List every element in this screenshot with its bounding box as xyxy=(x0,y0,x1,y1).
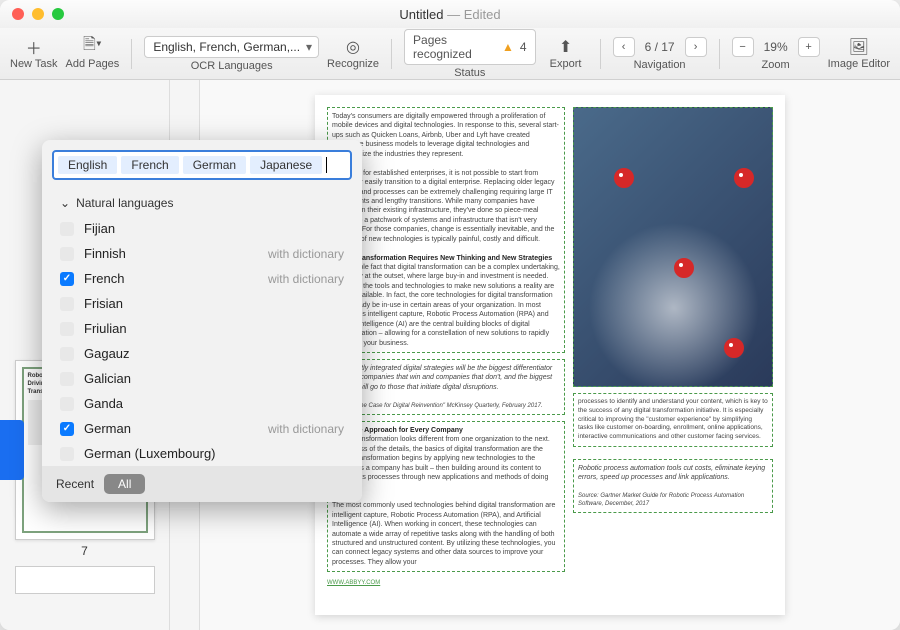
plus-icon: ＋ xyxy=(23,38,45,56)
zoom-out-button[interactable]: − xyxy=(732,37,754,57)
language-item[interactable]: Ganda xyxy=(42,391,362,416)
text-region[interactable]: Bold, tightly integrated digital strateg… xyxy=(327,359,565,415)
dictionary-label: with dictionary xyxy=(268,247,344,261)
language-name: Gagauz xyxy=(84,346,130,361)
app-window: Untitled — Edited ＋ New Task 🗎▾ Add Page… xyxy=(0,0,900,630)
footer-url[interactable]: WWW.ABBYY.COM xyxy=(327,580,380,586)
status-pill[interactable]: Pages recognized ▲ 4 xyxy=(404,29,536,65)
checkbox[interactable] xyxy=(60,247,74,261)
new-task-button[interactable]: ＋ New Task xyxy=(10,38,57,70)
document-page: Today's consumers are digitally empowere… xyxy=(315,95,785,615)
image-region[interactable] xyxy=(573,107,773,387)
add-pages-button[interactable]: 🗎▾ Add Pages xyxy=(65,38,119,70)
language-panel: English French German Japanese ⌄ Natural… xyxy=(42,140,362,502)
chevron-down-icon: ⌄ xyxy=(60,196,70,210)
filter-segment: All xyxy=(104,474,145,494)
filter-all-button[interactable]: All xyxy=(104,474,145,494)
thumbnail-page-number: 7 xyxy=(8,544,161,558)
image-editor-button[interactable]: 🖼 Image Editor xyxy=(828,38,890,70)
checkbox[interactable] xyxy=(60,322,74,336)
language-name: Ganda xyxy=(84,396,123,411)
text-region[interactable]: A Unique Approach for Every Company Digi… xyxy=(327,421,565,573)
map-pin-icon xyxy=(614,168,630,188)
selected-languages-field[interactable]: English French German Japanese xyxy=(52,150,352,180)
nav-prev-button[interactable]: ‹ xyxy=(613,37,635,57)
page-thumbnail-8[interactable] xyxy=(15,566,155,594)
recognize-button[interactable]: ◎ Recognize xyxy=(327,38,379,70)
checkbox[interactable] xyxy=(60,397,74,411)
text-region[interactable]: Today's consumers are digitally empowere… xyxy=(327,107,565,353)
checkbox[interactable] xyxy=(60,347,74,361)
export-icon: ⬆︎ xyxy=(555,38,577,56)
recognize-icon: ◎ xyxy=(342,38,364,56)
checkbox[interactable] xyxy=(60,222,74,236)
zoom-label: Zoom xyxy=(762,59,790,71)
minimize-button[interactable] xyxy=(32,8,44,20)
zoom-level: 19% xyxy=(758,40,794,54)
language-name: Galician xyxy=(84,371,131,386)
checkbox[interactable] xyxy=(60,447,74,461)
language-name: Friulian xyxy=(84,321,127,336)
close-button[interactable] xyxy=(12,8,24,20)
ocr-languages-label: OCR Languages xyxy=(191,60,273,72)
image-icon: 🖼 xyxy=(848,38,870,56)
map-pin-icon xyxy=(674,258,690,278)
section-header[interactable]: ⌄ Natural languages xyxy=(42,190,362,216)
language-item[interactable]: German with dictionary xyxy=(42,416,362,441)
zoom-in-button[interactable]: + xyxy=(798,37,820,57)
panel-handle[interactable] xyxy=(0,420,24,480)
language-item[interactable]: French with dictionary xyxy=(42,266,362,291)
language-tag[interactable]: Japanese xyxy=(250,156,322,174)
page-icon: 🗎▾ xyxy=(81,38,103,56)
window-title: Untitled — Edited xyxy=(399,7,500,22)
language-item[interactable]: German (Luxembourg) xyxy=(42,441,362,466)
language-list: Fijian Finnish with dictionary French with d… xyxy=(42,216,362,466)
text-region[interactable]: processes to identify and understand you… xyxy=(573,393,773,447)
language-panel-footer: Recent All xyxy=(42,466,362,502)
checkbox[interactable] xyxy=(60,272,74,286)
map-pin-icon xyxy=(734,168,750,188)
language-name: Finnish xyxy=(84,246,126,261)
ocr-language-select[interactable]: English, French, German,... xyxy=(144,36,319,58)
language-name: German xyxy=(84,421,131,436)
export-button[interactable]: ⬆︎ Export xyxy=(544,38,588,70)
navigation-label: Navigation xyxy=(634,59,686,71)
nav-next-button[interactable]: › xyxy=(685,37,707,57)
checkbox[interactable] xyxy=(60,372,74,386)
status-label: Status xyxy=(454,67,485,79)
dictionary-label: with dictionary xyxy=(268,422,344,436)
language-item[interactable]: Fijian xyxy=(42,216,362,241)
language-tag[interactable]: French xyxy=(121,156,178,174)
language-name: German (Luxembourg) xyxy=(84,446,216,461)
checkbox[interactable] xyxy=(60,422,74,436)
text-region[interactable]: Robotic process automation tools cut cos… xyxy=(573,459,773,514)
recent-label: Recent xyxy=(56,477,94,491)
language-name: Frisian xyxy=(84,296,123,311)
language-item[interactable]: Galician xyxy=(42,366,362,391)
map-pin-icon xyxy=(724,338,740,358)
language-item[interactable]: Gagauz xyxy=(42,341,362,366)
warning-icon: ▲ xyxy=(502,40,514,54)
page-indicator: 6 / 17 xyxy=(639,40,681,54)
language-name: French xyxy=(84,271,124,286)
checkbox[interactable] xyxy=(60,297,74,311)
language-item[interactable]: Frisian xyxy=(42,291,362,316)
language-tag[interactable]: German xyxy=(183,156,246,174)
dictionary-label: with dictionary xyxy=(268,272,344,286)
zoom-button[interactable] xyxy=(52,8,64,20)
language-tag[interactable]: English xyxy=(58,156,117,174)
titlebar: Untitled — Edited xyxy=(0,0,900,28)
window-controls xyxy=(12,8,64,20)
language-item[interactable]: Finnish with dictionary xyxy=(42,241,362,266)
language-name: Fijian xyxy=(84,221,115,236)
toolbar: ＋ New Task 🗎▾ Add Pages English, French,… xyxy=(0,28,900,80)
language-item[interactable]: Friulian xyxy=(42,316,362,341)
